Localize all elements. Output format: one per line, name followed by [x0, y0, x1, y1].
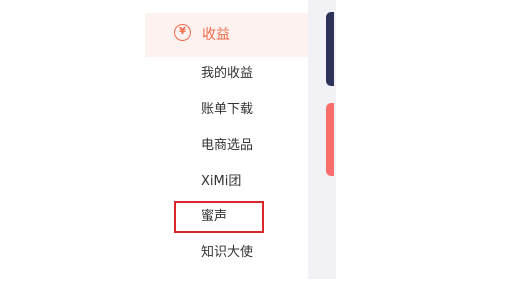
sidebar-item-ximi-group[interactable]: XiMi团 [201, 173, 241, 191]
sidebar-item-knowledge-ambassador[interactable]: 知识大使 [201, 244, 253, 262]
sidebar-item-bill-download[interactable]: 账单下载 [201, 101, 253, 119]
sidebar-menu: ¥ 收益 我的收益 账单下载 电商选品 XiMi团 蜜声 知识大使 [145, 0, 308, 279]
content-gutter [308, 0, 326, 279]
sidebar-item-ecommerce-selection[interactable]: 电商选品 [201, 137, 253, 155]
app-stage: ¥ 收益 我的收益 账单下载 电商选品 XiMi团 蜜声 知识大使 [0, 0, 523, 289]
coral-banner-card[interactable] [326, 103, 334, 176]
sidebar-section-earnings[interactable]: ¥ 收益 [145, 13, 308, 57]
yen-circle-icon: ¥ [174, 24, 191, 41]
sidebar-item-my-earnings[interactable]: 我的收益 [201, 65, 253, 83]
sidebar-section-label: 收益 [202, 27, 230, 43]
dark-banner-card[interactable] [326, 12, 334, 86]
highlight-annotation-box [174, 201, 264, 233]
